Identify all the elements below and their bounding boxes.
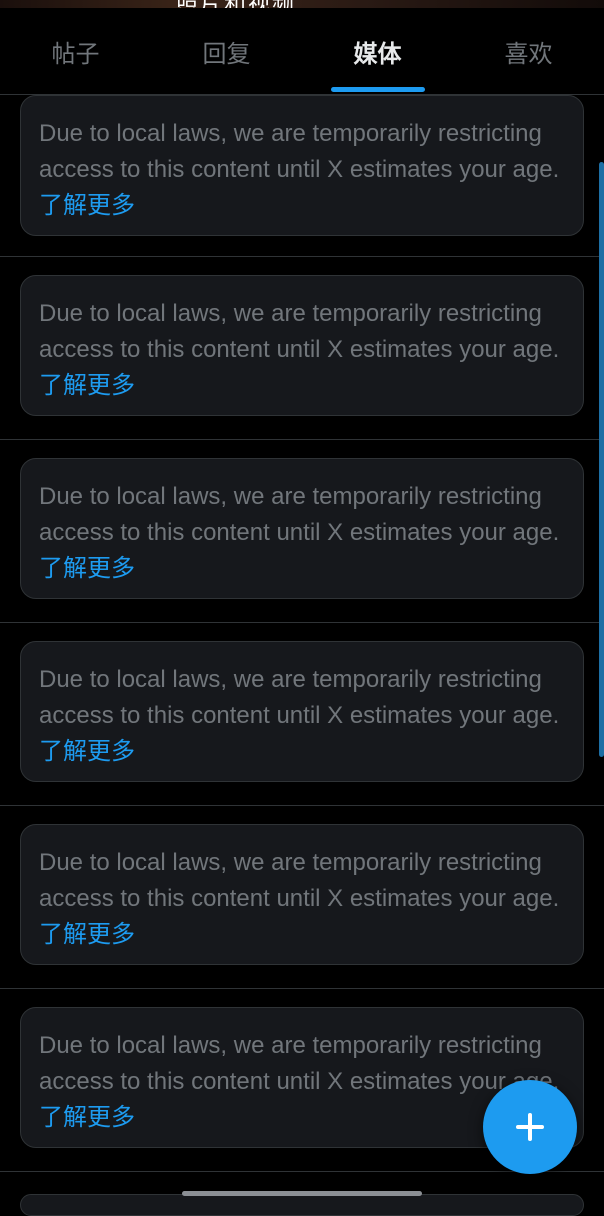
tab-posts-label: 帖子 bbox=[51, 40, 100, 68]
learn-more-link[interactable]: 了解更多 bbox=[39, 921, 135, 948]
notice-text: Due to local laws, we are temporarily re… bbox=[39, 666, 560, 729]
notice-text: Due to local laws, we are temporarily re… bbox=[39, 120, 560, 183]
scrollbar-thumb[interactable] bbox=[599, 162, 604, 757]
tab-replies[interactable]: 回复 bbox=[151, 8, 302, 94]
media-post[interactable]: Due to local laws, we are temporarily re… bbox=[0, 95, 604, 257]
notice-text: Due to local laws, we are temporarily re… bbox=[39, 300, 560, 363]
media-feed: Due to local laws, we are temporarily re… bbox=[0, 95, 604, 1172]
learn-more-link[interactable]: 了解更多 bbox=[39, 192, 135, 219]
age-restriction-notice: Due to local laws, we are temporarily re… bbox=[20, 824, 584, 965]
notice-text: Due to local laws, we are temporarily re… bbox=[39, 849, 560, 912]
active-tab-indicator bbox=[330, 87, 425, 92]
learn-more-link[interactable]: 了解更多 bbox=[39, 1104, 135, 1131]
notice-text: Due to local laws, we are temporarily re… bbox=[39, 1032, 560, 1095]
media-post[interactable]: Due to local laws, we are temporarily re… bbox=[0, 440, 604, 623]
profile-tab-bar: 帖子 回复 媒体 喜欢 bbox=[0, 8, 604, 95]
tab-replies-label: 回复 bbox=[202, 40, 251, 68]
learn-more-link[interactable]: 了解更多 bbox=[39, 555, 135, 582]
media-post[interactable]: Due to local laws, we are temporarily re… bbox=[0, 623, 604, 806]
notice-text: Due to local laws, we are temporarily re… bbox=[39, 483, 560, 546]
age-restriction-notice: Due to local laws, we are temporarily re… bbox=[20, 275, 584, 416]
age-restriction-notice: Due to local laws, we are temporarily re… bbox=[20, 641, 584, 782]
gesture-home-indicator[interactable] bbox=[182, 1191, 422, 1196]
age-restriction-notice: Due to local laws, we are temporarily re… bbox=[20, 458, 584, 599]
tab-media[interactable]: 媒体 bbox=[302, 8, 453, 94]
tab-likes[interactable]: 喜欢 bbox=[453, 8, 604, 94]
plus-icon-vertical-stroke bbox=[528, 1113, 532, 1141]
profile-header-edge: 照片和视频 bbox=[0, 0, 604, 8]
compose-fab[interactable] bbox=[483, 1080, 577, 1174]
learn-more-link[interactable]: 了解更多 bbox=[39, 738, 135, 765]
tab-posts[interactable]: 帖子 bbox=[0, 8, 151, 94]
header-partial-title: 照片和视频 bbox=[176, 0, 296, 8]
tab-media-label: 媒体 bbox=[353, 40, 402, 68]
media-post[interactable]: Due to local laws, we are temporarily re… bbox=[0, 806, 604, 989]
age-restriction-notice: Due to local laws, we are temporarily re… bbox=[20, 95, 584, 236]
media-post[interactable]: Due to local laws, we are temporarily re… bbox=[0, 257, 604, 440]
next-post-peek bbox=[20, 1194, 584, 1216]
learn-more-link[interactable]: 了解更多 bbox=[39, 372, 135, 399]
tab-likes-label: 喜欢 bbox=[504, 40, 553, 68]
